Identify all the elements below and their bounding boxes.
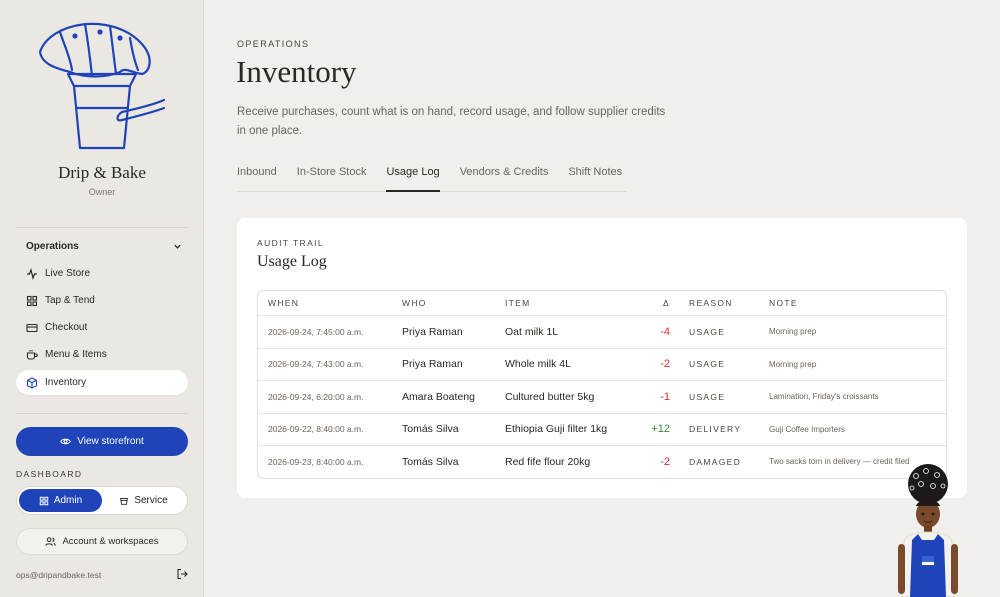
cup-icon	[120, 497, 129, 505]
divider	[16, 413, 188, 414]
eye-icon	[60, 438, 72, 445]
column-header-delta: Δ	[663, 298, 670, 308]
cell-item: Ethiopia Guji filter 1kg	[505, 423, 608, 436]
table-row[interactable]: 2026-09-22, 8:40:00 a.m. Tomás Silva Eth…	[258, 412, 946, 446]
cell-note: Two sacks torn in delivery — credit file…	[769, 457, 910, 467]
grid-icon	[26, 295, 38, 307]
tab-usage-log[interactable]: Usage Log	[386, 166, 440, 192]
barista-mascot-illustration	[898, 464, 958, 597]
croissant-cup-logo	[38, 22, 166, 150]
cell-when: 2026-09-22, 8:40:00 a.m.	[268, 424, 364, 435]
cell-who: Amara Boateng	[402, 390, 475, 403]
card-icon	[26, 322, 38, 334]
sidebar-item-checkout[interactable]: Checkout	[16, 315, 188, 340]
page-title: Inventory	[236, 54, 357, 89]
sidebar-item-tap-tend[interactable]: Tap & Tend	[16, 288, 188, 313]
page-subtitle: Receive purchases, count what is on hand…	[237, 106, 666, 137]
user-email: ops@dripandbake.test	[16, 570, 102, 580]
cell-item: Whole milk 4L	[505, 358, 571, 371]
cell-when: 2026-09-24, 6:20:00 a.m.	[268, 391, 364, 402]
column-header-when: WHEN	[268, 298, 300, 308]
admin-mode-button[interactable]: Admin	[19, 489, 102, 512]
nav-section-operations[interactable]: Operations	[26, 241, 182, 252]
divider	[16, 227, 188, 228]
cell-who: Tomás Silva	[402, 455, 459, 468]
sidebar-item-label: Inventory	[45, 377, 87, 388]
card-eyebrow: AUDIT TRAIL	[257, 238, 325, 248]
card-title: Usage Log	[257, 253, 327, 270]
tab-vendors-credits[interactable]: Vendors & Credits	[460, 166, 549, 192]
nav-section-label: Operations	[26, 241, 79, 252]
service-mode-button[interactable]: Service	[102, 489, 185, 512]
cup-icon	[26, 349, 38, 361]
service-mode-label: Service	[134, 495, 168, 506]
cell-reason: USAGE	[689, 359, 726, 370]
cell-who: Priya Raman	[402, 325, 463, 338]
column-header-reason: REASON	[689, 298, 733, 308]
column-header-item: ITEM	[505, 298, 531, 308]
cell-when: 2026-09-23, 8:40:00 a.m.	[268, 456, 364, 467]
table-row[interactable]: 2026-09-23, 8:40:00 a.m. Tomás Silva Red…	[258, 445, 946, 478]
cell-note: Morning prep	[769, 359, 817, 369]
view-storefront-button[interactable]: View storefront	[16, 427, 188, 456]
cell-note: Morning prep	[769, 327, 817, 337]
cell-who: Tomás Silva	[402, 423, 459, 436]
cell-delta: -1	[660, 390, 670, 403]
dashboard-mode-toggle: Admin Service	[16, 486, 188, 515]
table-row[interactable]: 2026-09-24, 6:20:00 a.m. Amara Boateng C…	[258, 380, 946, 413]
sidebar-item-label: Live Store	[45, 268, 91, 279]
cell-item: Cultured butter 5kg	[505, 390, 595, 403]
cell-note: Lamination, Friday's croissants	[769, 392, 879, 402]
cell-item: Oat milk 1L	[505, 325, 559, 338]
tab-inbound[interactable]: Inbound	[237, 166, 277, 192]
inventory-tabs: Inbound In-Store Stock Usage Log Vendors…	[237, 166, 627, 192]
view-storefront-label: View storefront	[77, 436, 144, 447]
sidebar-item-live-store[interactable]: Live Store	[16, 261, 188, 286]
activity-icon	[26, 267, 38, 280]
cell-item: Red fife flour 20kg	[505, 455, 591, 468]
brand-name: Drip & Bake	[58, 163, 146, 182]
sidebar-item-label: Checkout	[45, 322, 88, 333]
chevron-down-icon	[174, 244, 181, 249]
cell-delta: -2	[660, 455, 670, 468]
dashboard-label: DASHBOARD	[16, 469, 83, 479]
cell-reason: DAMAGED	[689, 456, 742, 467]
table-row[interactable]: 2026-09-24, 7:43:00 a.m. Priya Raman Who…	[258, 347, 946, 381]
cell-when: 2026-09-24, 7:43:00 a.m.	[268, 359, 364, 370]
box-icon	[26, 376, 38, 389]
users-icon	[45, 537, 57, 546]
cell-when: 2026-09-24, 7:45:00 a.m.	[268, 326, 364, 337]
account-workspaces-label: Account & workspaces	[62, 536, 159, 547]
tab-in-store-stock[interactable]: In-Store Stock	[297, 166, 367, 192]
cell-delta: +12	[651, 423, 670, 436]
column-header-note: NOTE	[769, 298, 798, 308]
cell-reason: USAGE	[689, 391, 726, 402]
cell-reason: DELIVERY	[689, 424, 742, 435]
logout-icon[interactable]	[176, 568, 188, 580]
tab-shift-notes[interactable]: Shift Notes	[568, 166, 622, 192]
column-header-who: WHO	[402, 298, 427, 308]
grid-icon	[39, 496, 49, 505]
admin-mode-label: Admin	[53, 495, 83, 506]
cell-delta: -4	[660, 325, 670, 338]
table-row[interactable]: 2026-09-24, 7:45:00 a.m. Priya Raman Oat…	[258, 315, 946, 348]
sidebar-item-label: Tap & Tend	[45, 295, 95, 306]
sidebar-item-inventory[interactable]: Inventory	[16, 370, 188, 395]
sidebar: Drip & Bake Owner Operations Live Store …	[0, 0, 204, 597]
table-header-row: WHEN WHO ITEM Δ REASON NOTE	[258, 291, 946, 315]
account-workspaces-button[interactable]: Account & workspaces	[16, 528, 188, 555]
cell-note: Guji Coffee Importers	[769, 424, 845, 434]
user-role: Owner	[88, 187, 116, 197]
sidebar-item-menu-items[interactable]: Menu & Items	[16, 342, 188, 367]
cell-reason: USAGE	[689, 326, 726, 337]
page-eyebrow: OPERATIONS	[237, 39, 310, 49]
cell-who: Priya Raman	[402, 358, 463, 371]
sidebar-item-label: Menu & Items	[45, 349, 107, 360]
usage-log-table: WHEN WHO ITEM Δ REASON NOTE 2026-09-24, …	[257, 290, 947, 479]
usage-log-card: AUDIT TRAIL Usage Log WHEN WHO ITEM Δ RE…	[237, 218, 967, 498]
cell-delta: -2	[660, 358, 670, 371]
